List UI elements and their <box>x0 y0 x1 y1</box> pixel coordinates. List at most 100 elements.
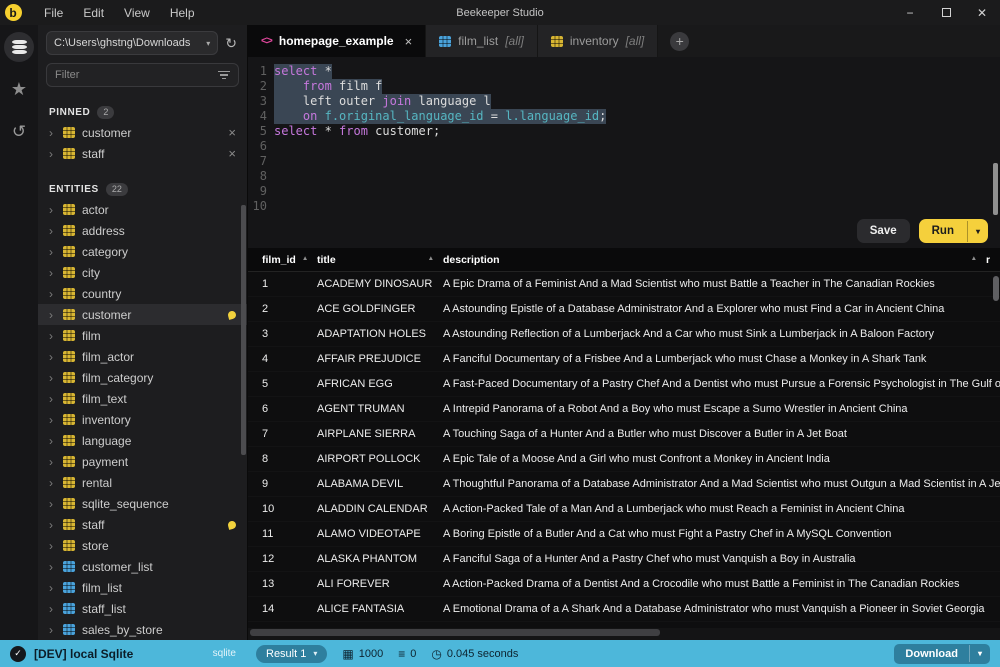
table-row[interactable]: 8AIRPORT POLLOCKA Epic Tale of a Moose A… <box>248 447 1000 472</box>
run-button-label[interactable]: Run <box>919 219 967 243</box>
entities-item-film[interactable]: ›film <box>38 325 247 346</box>
entities-item-staff[interactable]: ›staff <box>38 514 247 535</box>
expand-chevron-icon[interactable]: › <box>49 288 56 300</box>
expand-chevron-icon[interactable]: › <box>49 582 56 594</box>
expand-chevron-icon[interactable]: › <box>49 204 56 216</box>
tab-inventory[interactable]: inventory[all] <box>538 25 658 57</box>
table-row[interactable]: 13ALI FOREVERA Action-Packed Drama of a … <box>248 572 1000 597</box>
expand-chevron-icon[interactable]: › <box>49 225 56 237</box>
expand-chevron-icon[interactable]: › <box>49 603 56 615</box>
entities-item-film_text[interactable]: ›film_text <box>38 388 247 409</box>
entities-item-payment[interactable]: ›payment <box>38 451 247 472</box>
entities-item-city[interactable]: ›city <box>38 262 247 283</box>
menu-edit[interactable]: Edit <box>73 3 114 23</box>
results-scrollbar[interactable] <box>993 276 999 301</box>
table-row[interactable]: 3ADAPTATION HOLESA Astounding Reflection… <box>248 322 1000 347</box>
table-row[interactable]: 14ALICE FANTASIAA Emotional Drama of a A… <box>248 597 1000 622</box>
expand-chevron-icon[interactable]: › <box>49 624 56 636</box>
maximize-button[interactable] <box>928 0 964 25</box>
table-row[interactable]: 9ALABAMA DEVILA Thoughtful Panorama of a… <box>248 472 1000 497</box>
refresh-icon[interactable]: ↻ <box>223 35 239 52</box>
entities-item-film_category[interactable]: ›film_category <box>38 367 247 388</box>
run-button[interactable]: Run ▾ <box>919 219 988 243</box>
entities-item-country[interactable]: ›country <box>38 283 247 304</box>
run-options-caret[interactable]: ▾ <box>967 221 988 242</box>
entities-item-film_list[interactable]: ›film_list <box>38 577 247 598</box>
expand-chevron-icon[interactable]: › <box>49 435 56 447</box>
table-row[interactable]: 11ALAMO VIDEOTAPEA Boring Epistle of a B… <box>248 522 1000 547</box>
entities-item-customer_list[interactable]: ›customer_list <box>38 556 247 577</box>
expand-chevron-icon[interactable]: › <box>49 414 56 426</box>
sql-editor[interactable]: 1select *2 from film f3 left outer join … <box>248 57 1000 248</box>
expand-chevron-icon[interactable]: › <box>49 519 56 531</box>
sidebar-scrollbar[interactable] <box>241 205 246 455</box>
tables-rail-button[interactable] <box>4 32 34 62</box>
column-header-title[interactable]: title ▲ <box>317 254 443 266</box>
table-row[interactable]: 4AFFAIR PREJUDICEA Fanciful Documentary … <box>248 347 1000 372</box>
new-tab-button[interactable]: + <box>670 32 689 51</box>
entities-item-customer[interactable]: ›customer <box>38 304 247 325</box>
entities-item-category[interactable]: ›category <box>38 241 247 262</box>
entities-item-sqlite_sequence[interactable]: ›sqlite_sequence <box>38 493 247 514</box>
minimize-button[interactable]: − <box>892 0 928 25</box>
expand-chevron-icon[interactable]: › <box>49 540 56 552</box>
column-header-film-id[interactable]: film_id ▲ <box>262 254 317 266</box>
history-rail-button[interactable]: ↺ <box>4 116 34 146</box>
download-options-caret[interactable]: ▾ <box>969 645 990 662</box>
entities-item-sales_by_store[interactable]: ›sales_by_store <box>38 619 247 640</box>
entities-item-address[interactable]: ›address <box>38 220 247 241</box>
close-icon[interactable]: × <box>405 34 413 49</box>
expand-chevron-icon[interactable]: › <box>49 148 56 160</box>
save-button[interactable]: Save <box>857 219 910 243</box>
table-row[interactable]: 7AIRPLANE SIERRAA Touching Saga of a Hun… <box>248 422 1000 447</box>
expand-chevron-icon[interactable]: › <box>49 267 56 279</box>
code-area[interactable]: 1select *2 from film f3 left outer join … <box>248 64 992 214</box>
expand-chevron-icon[interactable]: › <box>49 372 56 384</box>
expand-chevron-icon[interactable]: › <box>49 393 56 405</box>
pin-icon[interactable] <box>227 310 237 320</box>
expand-chevron-icon[interactable]: › <box>49 498 56 510</box>
column-header-description[interactable]: description ▲ <box>443 254 986 266</box>
table-row[interactable]: 10ALADDIN CALENDARA Action-Packed Tale o… <box>248 497 1000 522</box>
result-selector[interactable]: Result 1 ▾ <box>256 645 327 663</box>
horizontal-scrollbar[interactable] <box>250 629 660 636</box>
menu-help[interactable]: Help <box>160 3 205 23</box>
table-row[interactable]: 1ACADEMY DINOSAURA Epic Drama of a Femin… <box>248 272 1000 297</box>
entities-item-staff_list[interactable]: ›staff_list <box>38 598 247 619</box>
tab-homepage_example[interactable]: <>homepage_example× <box>248 25 426 57</box>
table-row[interactable]: 2ACE GOLDFINGERA Astounding Epistle of a… <box>248 297 1000 322</box>
entities-item-language[interactable]: ›language <box>38 430 247 451</box>
database-selector[interactable]: C:\Users\ghstng\Downloads ▾ <box>46 31 218 55</box>
table-row[interactable]: 12ALASKA PHANTOMA Fanciful Saga of a Hun… <box>248 547 1000 572</box>
table-row[interactable]: 6AGENT TRUMANA Intrepid Panorama of a Ro… <box>248 397 1000 422</box>
unpin-close-icon[interactable]: × <box>228 126 236 139</box>
table-row[interactable]: 15ALIEN CENTERA Brilliant Drama of a Cat… <box>248 622 1000 628</box>
entities-item-actor[interactable]: ›actor <box>38 199 247 220</box>
menu-view[interactable]: View <box>114 3 160 23</box>
expand-chevron-icon[interactable]: › <box>49 246 56 258</box>
tab-film_list[interactable]: film_list[all] <box>426 25 538 57</box>
pinned-item-staff[interactable]: ›staff× <box>38 143 247 164</box>
entities-item-store[interactable]: ›store <box>38 535 247 556</box>
favorites-rail-button[interactable]: ★ <box>4 74 34 104</box>
pin-icon[interactable] <box>227 520 237 530</box>
unpin-close-icon[interactable]: × <box>228 147 236 160</box>
expand-chevron-icon[interactable]: › <box>49 309 56 321</box>
expand-chevron-icon[interactable]: › <box>49 330 56 342</box>
expand-chevron-icon[interactable]: › <box>49 456 56 468</box>
entities-item-inventory[interactable]: ›inventory <box>38 409 247 430</box>
editor-scrollbar[interactable] <box>993 163 998 215</box>
entities-item-rental[interactable]: ›rental <box>38 472 247 493</box>
expand-chevron-icon[interactable]: › <box>49 351 56 363</box>
pinned-item-customer[interactable]: ›customer× <box>38 122 247 143</box>
download-button[interactable]: Download ▾ <box>894 644 990 664</box>
menu-file[interactable]: File <box>34 3 73 23</box>
filter-input[interactable] <box>55 69 218 81</box>
close-button[interactable]: ✕ <box>964 0 1000 25</box>
table-row[interactable]: 5AFRICAN EGGA Fast-Paced Documentary of … <box>248 372 1000 397</box>
expand-chevron-icon[interactable]: › <box>49 127 56 139</box>
entities-item-film_actor[interactable]: ›film_actor <box>38 346 247 367</box>
filter-icon[interactable] <box>218 71 230 80</box>
expand-chevron-icon[interactable]: › <box>49 477 56 489</box>
expand-chevron-icon[interactable]: › <box>49 561 56 573</box>
